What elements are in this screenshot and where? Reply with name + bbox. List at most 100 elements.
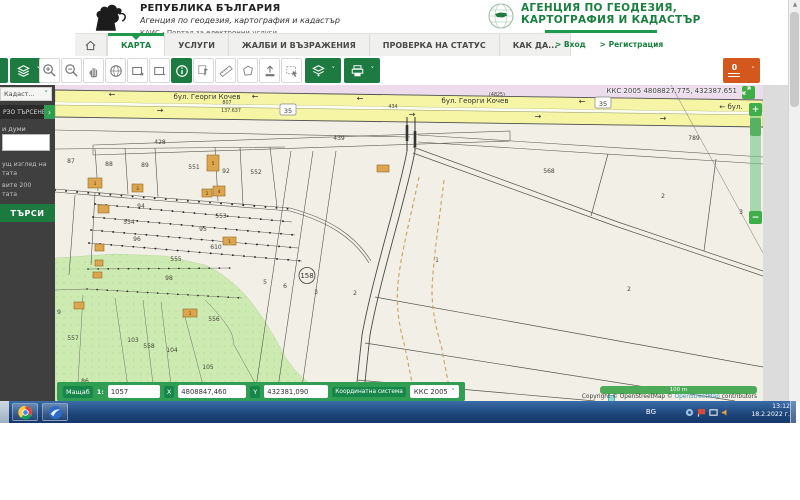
show-desktop-button[interactable] (790, 401, 796, 423)
tray-settings-icon[interactable] (685, 408, 694, 417)
zoom-out-button[interactable] (61, 58, 82, 83)
start-edge[interactable] (0, 401, 9, 423)
workspace: Кадаст... ˅ РЗО ТЪРСЕНЕ › и думи ущ изгл… (0, 85, 800, 401)
language-indicator[interactable]: BG (646, 401, 656, 423)
building-number: 5 (212, 161, 215, 167)
login-link[interactable]: > Вход (555, 40, 586, 49)
select-region-button[interactable] (281, 58, 302, 83)
map-label: ← бул. (719, 103, 742, 111)
measure-distance-button[interactable] (215, 58, 236, 83)
keyword-input[interactable] (2, 134, 50, 151)
search-button[interactable]: ТЪРСИ (0, 204, 55, 222)
zoom-slider-thumb[interactable] (750, 118, 761, 136)
map-label: 87 (67, 158, 75, 165)
expand-coordinates-button[interactable] (742, 86, 755, 99)
zoom-out-icon (64, 63, 79, 78)
identify-button[interactable] (171, 58, 192, 83)
map-label: 556 (208, 316, 220, 323)
map-label: → (157, 106, 164, 115)
map-label: 551 (188, 164, 200, 171)
print-button[interactable]: ˅ (344, 58, 380, 83)
upload-icon (263, 64, 277, 78)
map-label: 434 (388, 104, 397, 110)
zoom-in-button[interactable] (39, 58, 60, 83)
home-button[interactable] (75, 34, 107, 56)
site-header: РЕПУБЛИКА БЪЛГАРИЯ Агенция по геодезия, … (0, 0, 788, 57)
quick-search-tab[interactable]: РЗО ТЪРСЕНЕ (0, 105, 47, 119)
y-coordinate-input[interactable] (264, 385, 328, 398)
republic-title: РЕПУБЛИКА БЪЛГАРИЯ (140, 4, 340, 14)
previous-extent-button[interactable] (149, 58, 170, 83)
tab-label: КАРТА (121, 41, 151, 50)
measure-area-button[interactable] (237, 58, 258, 83)
zoom-rectangle-icon (131, 64, 145, 78)
browser-scrollbar[interactable]: ▲ (788, 0, 800, 401)
tray-volume-icon[interactable] (721, 408, 730, 417)
map-label: 610 (210, 244, 222, 251)
notifications-button[interactable]: 0 ˅ (723, 58, 760, 83)
x-coordinate-input[interactable] (178, 385, 246, 398)
map-label: 558 (143, 343, 155, 350)
crs-value: ККС 2005 (414, 388, 448, 396)
tab-karta[interactable]: КАРТА (107, 34, 165, 56)
building-number: 1 (189, 311, 192, 317)
scroll-up-arrow[interactable]: ▲ (790, 0, 800, 10)
zoom-slider: + − (749, 103, 762, 224)
map-svg[interactable]: 1352411 бул. Георги Кочевбул. Георги Коч… (55, 85, 763, 401)
scale-label: Мащаб (63, 386, 93, 398)
map-type-value: Кадаст... (4, 90, 35, 98)
map-type-dropdown[interactable]: Кадаст... ˅ (0, 87, 52, 101)
crs-select[interactable]: ККС 2005 ˅ (410, 385, 459, 398)
tray-window-icon[interactable] (709, 408, 718, 417)
pan-button[interactable] (83, 58, 104, 83)
chrome-icon (18, 405, 33, 420)
map-label: 98 (165, 275, 173, 282)
zoom-in-icon (42, 63, 57, 78)
crs-label: Координатна система (332, 387, 406, 397)
tab-uslugi[interactable]: УСЛУГИ (165, 34, 229, 56)
mail-taskbar-button[interactable] (42, 403, 68, 421)
copyright-line: Copyright © OpenStreetMap © OpenStreetMa… (485, 394, 757, 400)
building-footprint (95, 260, 103, 266)
tab-zhalbi[interactable]: ЖАЛБИ И ВЪЗРАЖЕНИЯ (229, 34, 370, 56)
taskbar-clock[interactable]: 13:12 18.2.2022 г. (751, 403, 790, 419)
expand-panel-button[interactable]: › (44, 105, 55, 119)
tab-proverka[interactable]: ПРОВЕРКА НА СТАТУС (370, 34, 500, 56)
hand-icon (87, 64, 101, 78)
map-label: 439 (333, 135, 345, 142)
main-nav: КАРТА УСЛУГИ ЖАЛБИ И ВЪЗРАЖЕНИЯ ПРОВЕРКА… (75, 33, 571, 56)
scrollbar-thumb[interactable] (790, 12, 799, 107)
map-status-bar: Мащаб 1: X Y Координатна система ККС 200… (57, 382, 465, 401)
chrome-taskbar-button[interactable] (12, 403, 38, 421)
zoom-plus-button[interactable]: + (749, 103, 762, 116)
map-label: → (409, 110, 416, 119)
map-label: 2 (661, 193, 665, 200)
coordinate-readout: ККС 2005 4808827.775, 432387.651 (435, 87, 737, 95)
map-canvas[interactable]: 1352411 бул. Георги Кочевбул. Георги Коч… (55, 85, 763, 401)
tray-flag-icon[interactable] (697, 408, 706, 417)
scale-input[interactable] (108, 385, 160, 398)
auth-links: > Вход > Регистрация (555, 40, 663, 49)
panel-toggle-button[interactable]: ˅ (0, 58, 8, 83)
basemap-layers-button[interactable]: ˅ (305, 58, 341, 83)
zoom-window-button[interactable] (127, 58, 148, 83)
import-button[interactable] (259, 58, 280, 83)
building-footprint (377, 165, 389, 172)
building-number: 1 (228, 239, 231, 245)
map-label: 1 (435, 257, 439, 264)
hint-line: ущ изглед на (2, 161, 47, 169)
chevron-down-icon: ˅ (45, 90, 49, 98)
map-label: 158 (300, 272, 313, 280)
map-label: 89 (141, 162, 149, 169)
page-background-strip (763, 85, 788, 401)
register-link[interactable]: > Регистрация (600, 40, 664, 49)
map-label: ← (357, 94, 364, 103)
annotate-button[interactable] (193, 58, 214, 83)
zoom-minus-button[interactable]: − (749, 211, 762, 224)
coat-of-arms-lion-icon (86, 1, 134, 32)
copyright-link[interactable]: OpenStreetMap (675, 394, 720, 400)
map-scale-bar: 100 m (600, 386, 757, 394)
print-icon (350, 64, 365, 78)
full-extent-button[interactable] (105, 58, 126, 83)
map-label: 568 (543, 168, 555, 175)
